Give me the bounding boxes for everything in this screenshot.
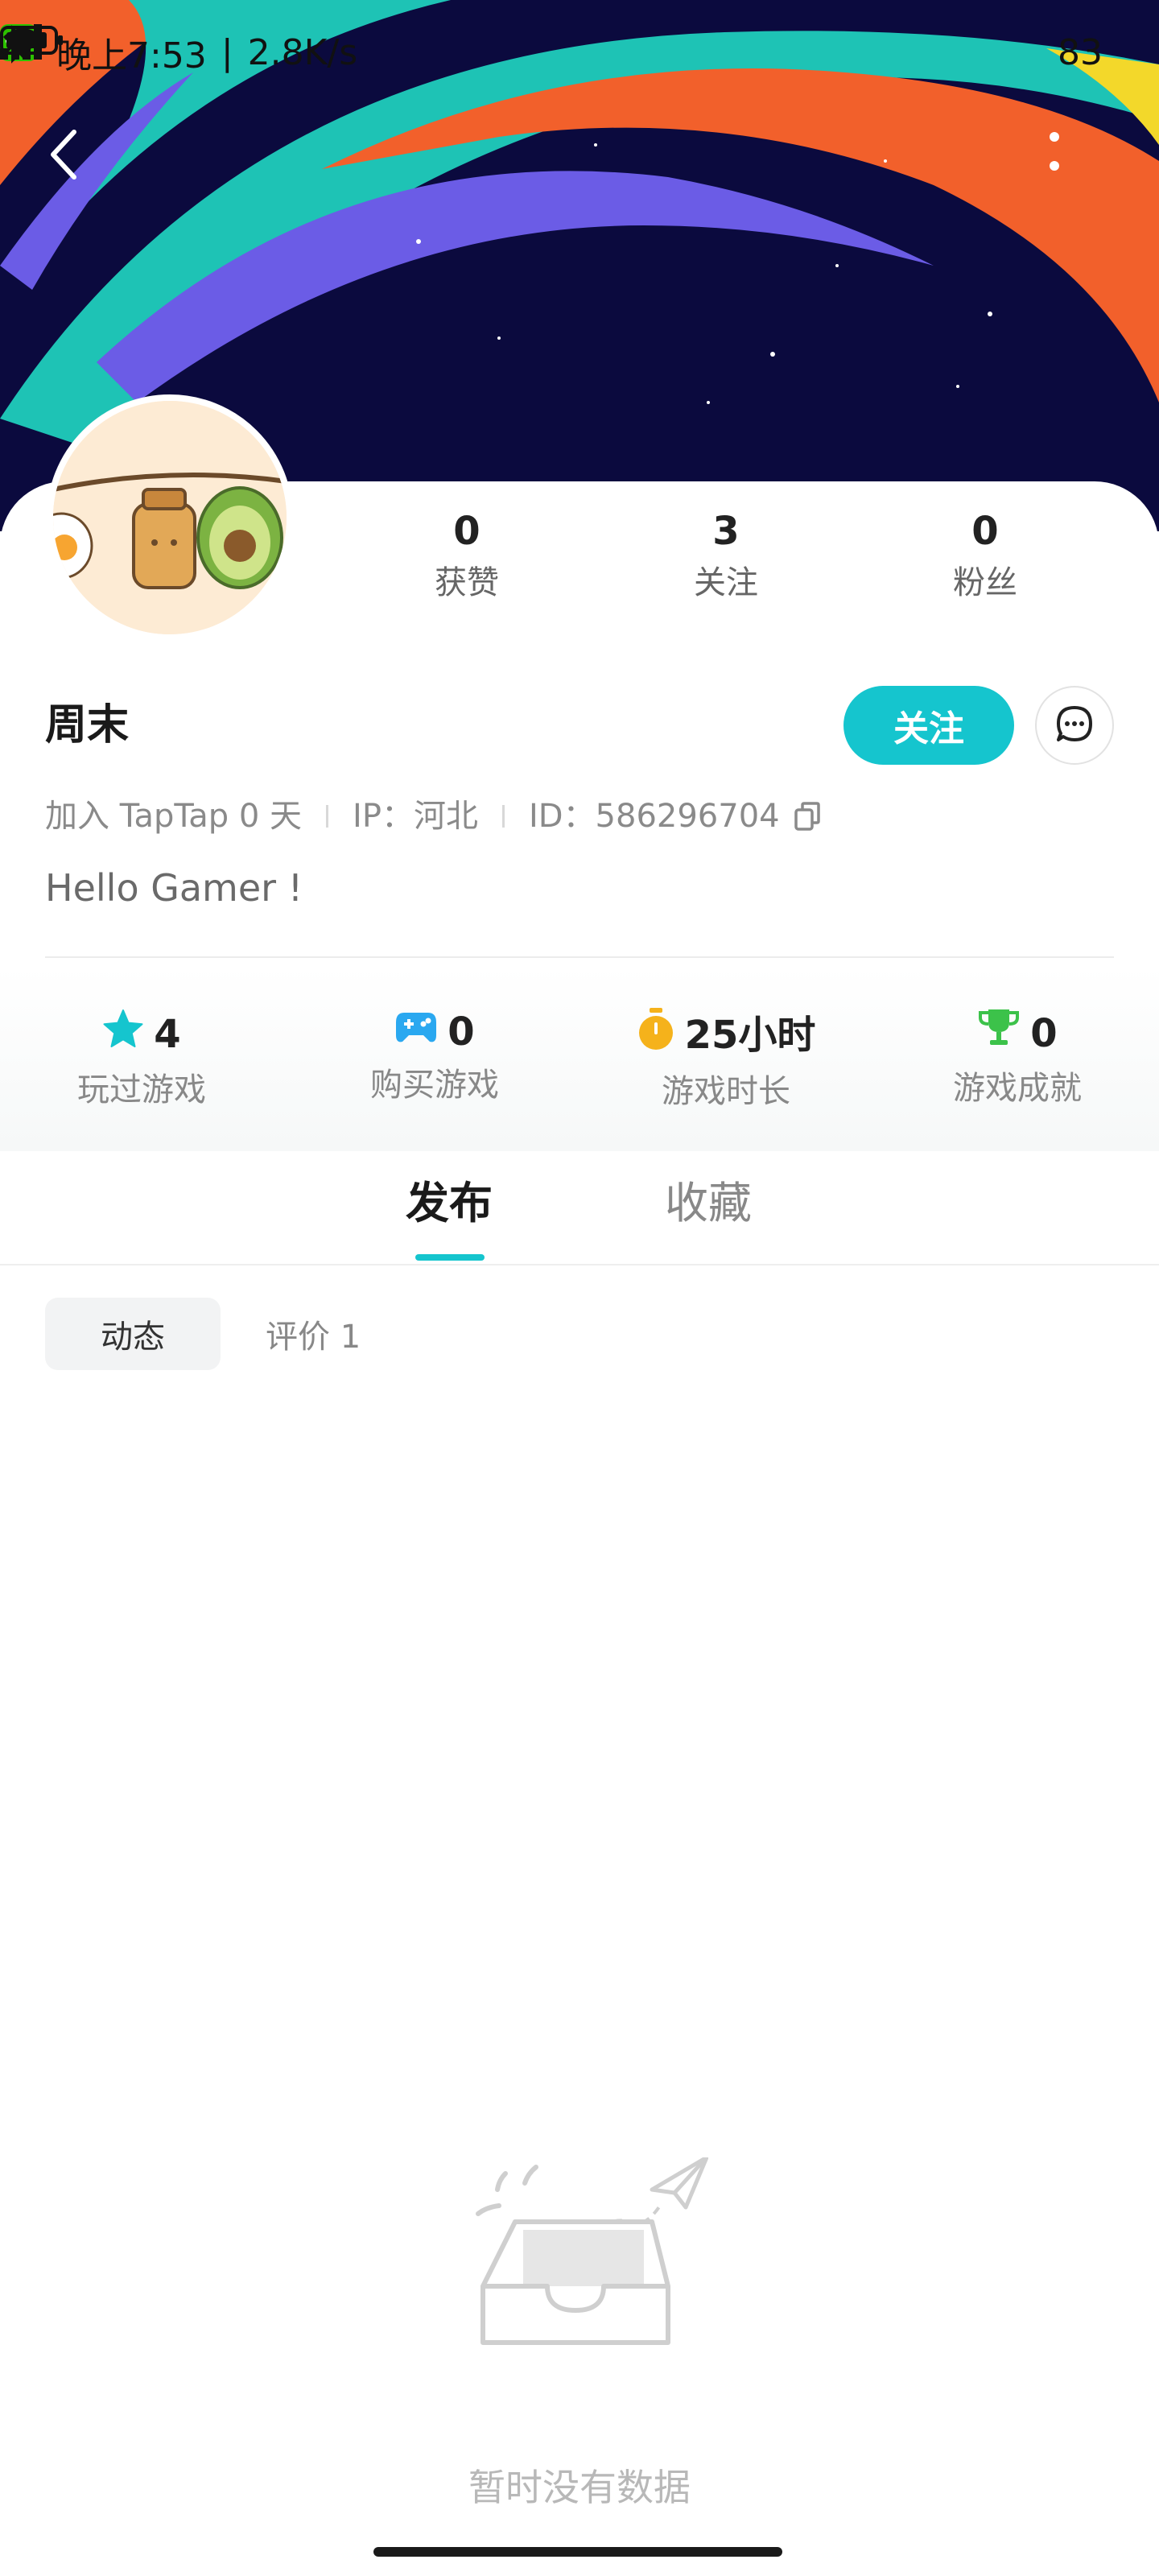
stat-followers-value: 0 <box>971 509 999 554</box>
stat-following-label: 关注 <box>694 564 758 601</box>
profile-meta: 加入 TapTap 0 天 IP：河北 ID：586296704 <box>45 792 822 840</box>
star-icon <box>102 1008 144 1061</box>
achievements-label: 游戏成就 <box>953 1070 1082 1107</box>
achievements-value: 0 <box>1030 1011 1058 1056</box>
tab-favorites[interactable]: 收藏 <box>665 1175 752 1232</box>
content-tabs: 发布 收藏 <box>0 1151 1159 1265</box>
empty-inbox-illustration <box>467 2155 709 2370</box>
user-id: ID：586296704 <box>528 798 780 835</box>
message-button[interactable] <box>1035 686 1114 765</box>
games-played[interactable]: 4 玩过游戏 <box>21 1008 262 1114</box>
status-time: 晚上7:53 <box>56 35 207 76</box>
stat-likes-value: 0 <box>453 509 481 554</box>
profile-username: 周末 <box>45 701 130 749</box>
timer-icon <box>637 1008 675 1063</box>
games-played-value: 4 <box>154 1012 181 1057</box>
stat-followers-label: 粉丝 <box>953 564 1017 601</box>
home-indicator[interactable] <box>373 2547 782 2557</box>
active-tab-indicator <box>415 1254 485 1261</box>
trophy-icon <box>977 1008 1021 1059</box>
achievements[interactable]: 0 游戏成就 <box>897 1008 1138 1113</box>
meta-separator <box>326 805 329 828</box>
gamepad-icon <box>394 1008 438 1056</box>
subtab-feed[interactable]: 动态 <box>45 1298 221 1370</box>
ip-location: IP：河北 <box>353 798 478 835</box>
tab-posts[interactable]: 发布 <box>406 1175 493 1232</box>
games-purchased[interactable]: 0 购买游戏 <box>314 1008 555 1109</box>
game-stats: 4 玩过游戏 0 购买游戏 25小时 游戏时长 0 游戏成就 <box>0 966 1159 1151</box>
profile-stats: 0 获赞 3 关注 0 粉丝 <box>0 507 1159 620</box>
follow-button[interactable]: 关注 <box>843 686 1014 765</box>
copy-icon[interactable] <box>793 800 822 832</box>
play-time[interactable]: 25小时 游戏时长 <box>605 1008 847 1116</box>
subtab-reviews[interactable]: 评价 1 <box>266 1298 361 1370</box>
meta-separator <box>501 805 505 828</box>
chat-bubble-icon <box>1054 703 1095 748</box>
more-options-button[interactable] <box>1046 129 1111 193</box>
play-time-value: 25小时 <box>684 1013 816 1058</box>
back-button[interactable] <box>48 129 113 193</box>
divider <box>45 956 1114 958</box>
stat-followers[interactable]: 0 粉丝 <box>905 507 1066 607</box>
status-network-speed: 2.8K/s <box>247 31 358 73</box>
games-purchased-value: 0 <box>448 1009 475 1055</box>
stat-following-value: 3 <box>712 509 740 554</box>
profile-bio: Hello Gamer ! <box>45 866 303 910</box>
stat-likes[interactable]: 0 获赞 <box>386 507 547 607</box>
play-time-label: 游戏时长 <box>662 1073 790 1110</box>
stat-likes-label: 获赞 <box>435 564 499 601</box>
status-bar: 晚上7:53 | 2.8K/s 83 <box>0 24 1159 80</box>
battery-level: 83 <box>1058 31 1103 73</box>
stat-following[interactable]: 3 关注 <box>645 507 806 607</box>
join-days: 加入 TapTap 0 天 <box>45 798 303 835</box>
games-purchased-label: 购买游戏 <box>370 1067 499 1104</box>
games-played-label: 玩过游戏 <box>77 1071 206 1108</box>
status-divider: | <box>221 31 233 73</box>
empty-state-text: 暂时没有数据 <box>468 2466 691 2509</box>
